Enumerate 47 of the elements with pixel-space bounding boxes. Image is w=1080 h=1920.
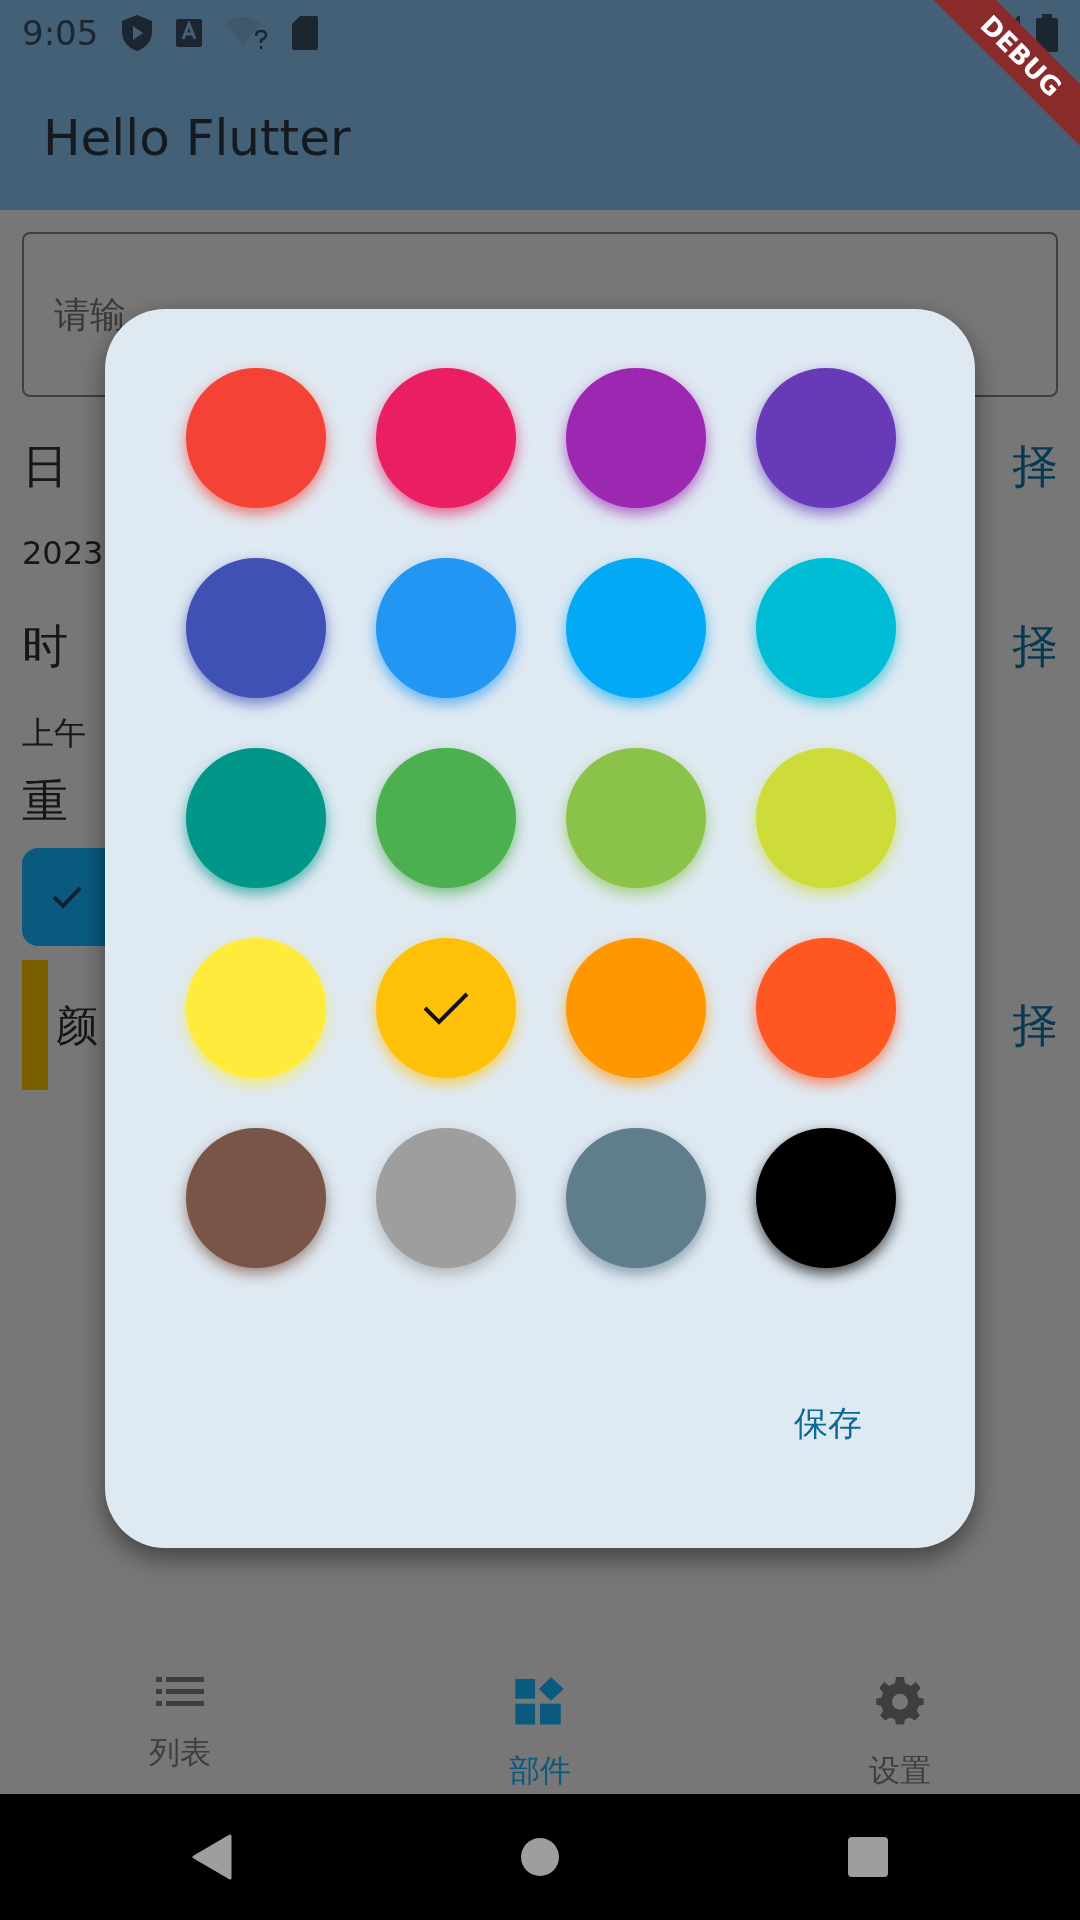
- color-circle[interactable]: [566, 558, 706, 698]
- field-label: 时: [22, 618, 68, 675]
- field-value: 上午: [22, 713, 86, 754]
- color-circle[interactable]: [376, 748, 516, 888]
- color-circle[interactable]: [566, 938, 706, 1078]
- list-icon: [156, 1677, 204, 1707]
- back-icon[interactable]: [192, 1834, 232, 1880]
- color-circle[interactable]: [566, 368, 706, 508]
- color-circle[interactable]: [566, 748, 706, 888]
- field-label: 颜: [56, 999, 98, 1052]
- color-circle[interactable]: [186, 938, 326, 1078]
- settings-icon: [876, 1677, 924, 1725]
- nav-tab[interactable]: 部件: [360, 1641, 720, 1794]
- color-circle[interactable]: [186, 748, 326, 888]
- color-circle[interactable]: [376, 938, 516, 1078]
- home-icon[interactable]: [520, 1837, 560, 1877]
- font-icon: [176, 19, 203, 47]
- color-circle[interactable]: [376, 1128, 516, 1268]
- color-circle[interactable]: [756, 368, 896, 508]
- color-circle[interactable]: [186, 558, 326, 698]
- color-circle[interactable]: [376, 368, 516, 508]
- color-circle[interactable]: [756, 938, 896, 1078]
- nav-tab[interactable]: 设置: [720, 1641, 1080, 1794]
- color-circle[interactable]: [566, 1128, 706, 1268]
- app-title: Hello Flutter: [43, 107, 351, 169]
- nav-tab[interactable]: 列表: [0, 1641, 360, 1794]
- select-button[interactable]: 择: [1012, 612, 1058, 681]
- select-button[interactable]: 择: [1012, 990, 1058, 1060]
- section-heading: 重: [22, 773, 68, 830]
- color-circle[interactable]: [186, 1128, 326, 1268]
- field-value: 2023: [22, 533, 104, 574]
- battery-icon: [1036, 14, 1058, 52]
- color-circle[interactable]: [376, 558, 516, 698]
- save-button[interactable]: 保存: [782, 1390, 874, 1457]
- status-time: 9:05: [22, 11, 99, 55]
- field-label: 日: [22, 438, 68, 495]
- color-circle[interactable]: [756, 1128, 896, 1268]
- widgets-icon: [515, 1677, 565, 1725]
- select-button[interactable]: 择: [1012, 432, 1058, 501]
- color-circle[interactable]: [186, 368, 326, 508]
- sd-card-icon: [292, 16, 319, 50]
- check-icon: [52, 885, 82, 909]
- shield-play-icon: [122, 15, 153, 51]
- color-circle[interactable]: [756, 748, 896, 888]
- color-circle[interactable]: [756, 558, 896, 698]
- check-icon: [423, 991, 469, 1025]
- wifi-question-icon: [226, 16, 269, 50]
